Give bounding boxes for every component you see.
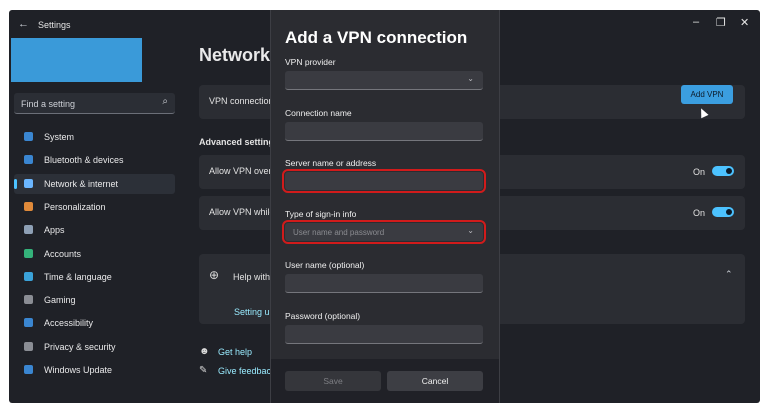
sidebar-item-accounts[interactable]: Accounts: [14, 244, 175, 264]
allow-vpn-roaming-label: Allow VPN while: [209, 207, 275, 217]
sidebar-item-label: Accessibility: [44, 318, 94, 329]
password-input[interactable]: [285, 325, 483, 344]
globe-icon: ⊕: [209, 268, 220, 282]
password-label: Password (optional): [285, 311, 361, 321]
sidebar-item-time-language[interactable]: Time & language: [14, 267, 175, 287]
sidebar-item-label: Bluetooth & devices: [44, 155, 124, 166]
search-input[interactable]: Find a setting ⌕: [14, 93, 175, 114]
cancel-button[interactable]: Cancel: [387, 371, 483, 391]
minimize-button[interactable]: –: [693, 16, 699, 28]
apps-icon: [24, 225, 33, 235]
vpn-provider-select[interactable]: ⌄: [285, 71, 483, 90]
chevron-up-icon[interactable]: ⌃: [725, 269, 733, 280]
accessibility-icon: [24, 318, 33, 328]
toggle-metered[interactable]: [712, 166, 734, 176]
dialog-footer: Save Cancel: [271, 359, 499, 403]
chevron-down-icon: ⌄: [467, 74, 474, 83]
update-icon: [24, 365, 33, 374]
get-help-icon: ☻: [199, 346, 210, 357]
server-address-input[interactable]: [282, 169, 486, 193]
sidebar-item-label: Accounts: [44, 248, 82, 259]
sidebar-item-label: System: [44, 132, 75, 142]
sidebar-item-label: Time & language: [44, 271, 112, 282]
sidebar-item-privacy-security[interactable]: Privacy & security: [14, 337, 175, 357]
sidebar-item-bluetooth-devices[interactable]: Bluetooth & devices: [14, 150, 175, 170]
signin-type-label: Type of sign-in info: [285, 209, 357, 219]
sidebar-item-gaming[interactable]: Gaming: [14, 290, 175, 310]
brush-icon: [24, 201, 33, 211]
sidebar-item-label: Personalization: [44, 201, 106, 212]
username-input[interactable]: [285, 274, 483, 293]
sidebar-item-network-internet[interactable]: Network & internet: [14, 173, 175, 194]
save-button[interactable]: Save: [285, 371, 381, 391]
sidebar-item-system[interactable]: System: [14, 127, 175, 147]
give-feedback-link[interactable]: Give feedback: [218, 366, 276, 376]
sidebar-item-apps[interactable]: Apps: [14, 220, 175, 240]
bluetooth-icon: [24, 155, 33, 165]
advanced-settings-heading: Advanced settings: [199, 137, 280, 147]
shield-icon: [24, 341, 33, 351]
sidebar-item-label: Privacy & security: [44, 341, 116, 352]
connection-name-input[interactable]: [285, 122, 483, 141]
setting-up-link[interactable]: Setting up: [234, 307, 275, 317]
sidebar-item-label: Apps: [44, 225, 65, 236]
back-arrow-icon[interactable]: ←: [18, 18, 29, 30]
signin-type-value: User name and password: [293, 228, 385, 237]
selection-indicator: [14, 178, 17, 189]
get-help-link[interactable]: Get help: [218, 347, 252, 357]
monitor-icon: [24, 132, 33, 141]
sidebar-item-label: Network & internet: [44, 178, 119, 189]
maximize-button[interactable]: ❐: [716, 16, 726, 29]
controller-icon: [24, 295, 33, 305]
chevron-down-icon: ⌄: [467, 226, 474, 235]
search-icon: ⌕: [162, 96, 168, 107]
feedback-icon: ✎: [199, 365, 208, 376]
signin-type-select[interactable]: User name and password ⌄: [282, 220, 486, 244]
toggle-roaming-state: On: [693, 208, 706, 218]
add-vpn-dialog: Add a VPN connection VPN provider ⌄ Conn…: [270, 10, 500, 403]
sidebar-item-label: Gaming: [44, 295, 76, 306]
wifi-icon: [24, 178, 33, 188]
search-placeholder: Find a setting: [21, 99, 76, 109]
sidebar-item-windows-update[interactable]: Windows Update: [14, 360, 175, 380]
sidebar-item-personalization[interactable]: Personalization: [14, 197, 175, 217]
toggle-metered-state: On: [693, 167, 706, 177]
connection-name-label: Connection name: [285, 108, 352, 118]
vpn-provider-label: VPN provider: [285, 57, 336, 67]
app-title: Settings: [38, 20, 71, 30]
add-vpn-button[interactable]: Add VPN: [681, 85, 733, 104]
globe-clock-icon: [24, 271, 33, 281]
dialog-title: Add a VPN connection: [285, 28, 468, 47]
close-button[interactable]: ✕: [740, 16, 749, 29]
vpn-connections-label: VPN connections: [209, 96, 279, 106]
person-icon: [24, 248, 33, 258]
help-with-label[interactable]: Help with: [233, 272, 270, 282]
username-label: User name (optional): [285, 260, 365, 270]
server-address-label: Server name or address: [285, 158, 377, 168]
sidebar-item-label: Windows Update: [44, 365, 113, 375]
account-card[interactable]: [11, 38, 142, 82]
sidebar-item-accessibility[interactable]: Accessibility: [14, 313, 175, 333]
toggle-roaming[interactable]: [712, 207, 734, 217]
